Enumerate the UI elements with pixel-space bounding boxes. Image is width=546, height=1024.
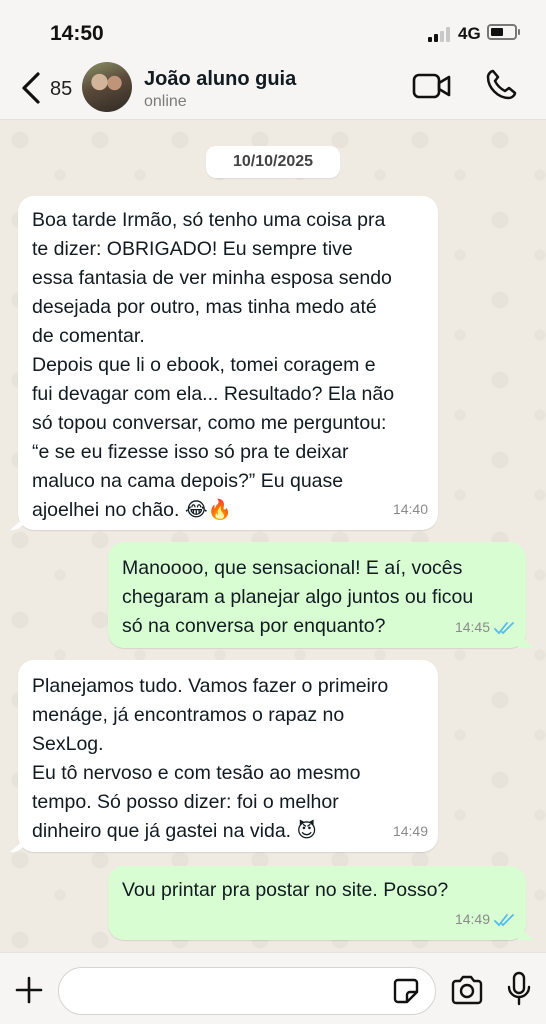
camera-icon [451,975,483,1005]
message-time: 14:45 [454,619,490,635]
attach-button[interactable] [14,975,44,1005]
message-input[interactable] [58,967,436,1015]
sticker-icon [393,978,419,1004]
chat-area[interactable]: 10/10/2025 Boa tarde Irmão, só tenho uma… [0,120,546,952]
message-meta: 14:40 [393,495,428,524]
composer-bar [0,952,546,1024]
message-incoming[interactable]: Planejamos tudo. Vamos fazer o primeiro … [18,660,438,852]
avatar[interactable] [82,62,132,112]
network-type: 4G [458,24,481,43]
date-chip: 10/10/2025 [206,146,340,178]
unread-count[interactable]: 85 [50,78,72,101]
battery-icon [487,24,520,40]
message-time: 14:40 [392,501,428,517]
video-call-button[interactable] [412,70,452,102]
message-meta: 14:49 [455,905,516,934]
message-text: Vou printar pra postar no site. Posso? [122,879,449,901]
chat-header: 85 João aluno guia online [0,62,546,120]
microphone-icon [507,971,531,1006]
contact-name[interactable]: João aluno guia [144,68,296,91]
status-time: 14:50 [50,22,104,45]
video-camera-icon [412,73,451,99]
message-meta: 14:45 [455,613,516,642]
phone-icon [486,69,517,100]
message-outgoing[interactable]: Vou printar pra postar no site. Posso? 1… [108,866,526,940]
signal-strength-icon [428,26,452,42]
contact-status: online [144,93,187,110]
message-time: 14:49 [392,823,428,839]
plus-icon [15,976,43,1004]
status-bar: 14:50 4G [0,0,546,62]
chevron-left-icon [22,72,40,104]
message-outgoing[interactable]: Manoooo, que sensacional! E aí, vocês ch… [108,542,526,648]
message-time: 14:49 [454,911,490,927]
back-button[interactable] [18,70,48,106]
voice-call-button[interactable] [484,68,518,102]
sticker-button[interactable] [392,977,420,1005]
message-text: Manoooo, que sensacional! E aí, vocês ch… [122,557,474,637]
read-ticks-icon [494,913,514,926]
camera-button[interactable] [450,975,484,1005]
read-ticks-icon [494,621,514,634]
message-text: Planejamos tudo. Vamos fazer o primeiro … [32,675,389,842]
microphone-button[interactable] [506,971,532,1007]
message-text: Boa tarde Irmão, só tenho uma coisa pra … [32,209,395,521]
message-incoming[interactable]: Boa tarde Irmão, só tenho uma coisa pra … [18,196,438,530]
message-meta: 14:49 [393,817,428,846]
